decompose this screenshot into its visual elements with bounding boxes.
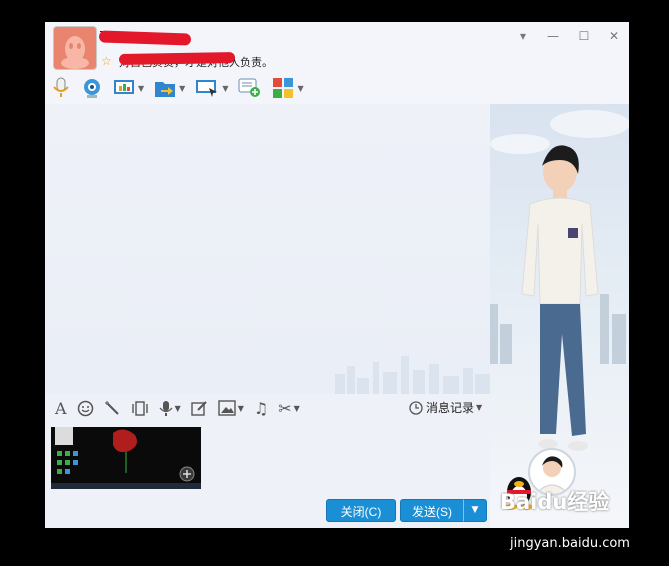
video-camera-icon	[84, 79, 100, 98]
pasted-screenshot-thumbnail[interactable]	[51, 427, 201, 489]
clock-icon	[409, 400, 423, 415]
history-label: 消息记录	[426, 401, 475, 415]
close-button[interactable]: 关闭(C)	[326, 499, 396, 522]
file-transfer-button[interactable]: ▼	[154, 75, 185, 101]
apps-icon	[273, 78, 294, 98]
scissors-icon: ✂	[278, 398, 292, 418]
message-history-area[interactable]	[45, 104, 490, 394]
microphone-icon	[159, 400, 173, 416]
screen-share-icon	[114, 80, 134, 94]
smiley-icon	[77, 400, 93, 416]
chevron-down-icon: ▼	[138, 83, 145, 93]
screen-share-button[interactable]: ▼	[113, 75, 144, 101]
image-icon	[218, 400, 236, 416]
maximize-icon[interactable]: ☐	[574, 28, 594, 44]
microphone-icon	[53, 77, 69, 97]
new-discussion-icon	[238, 78, 261, 97]
vibrate-icon	[131, 400, 148, 416]
desktop-screenshot-image	[51, 427, 201, 489]
send-image-button[interactable]: ▼	[218, 400, 244, 416]
chevron-down-icon: ▼	[237, 403, 244, 413]
watermark-url: jingyan.baidu.com	[510, 536, 630, 551]
signature-redaction	[118, 51, 236, 66]
magic-wand-icon	[104, 400, 119, 415]
edit-button[interactable]	[191, 400, 208, 417]
emoji-button[interactable]	[77, 400, 94, 417]
file-transfer-icon	[155, 82, 176, 97]
apps-button[interactable]: ▼	[272, 75, 304, 101]
menu-chevron-icon[interactable]: ▾	[513, 28, 533, 44]
chevron-down-icon: ▼	[293, 403, 300, 413]
chevron-down-icon: ▼	[297, 83, 304, 93]
chevron-down-icon: ▼	[174, 403, 181, 413]
font-icon: A	[55, 398, 67, 418]
send-button[interactable]: 发送(S)	[400, 499, 464, 522]
chevron-down-icon: ▼	[476, 403, 483, 412]
watermark-logo: Baidu经验	[500, 490, 610, 514]
minimize-icon[interactable]: —	[543, 28, 563, 44]
video-call-button[interactable]	[81, 75, 103, 101]
nudge-button[interactable]	[104, 400, 121, 417]
screen-vibrate-button[interactable]	[131, 400, 149, 417]
music-button[interactable]: ♫	[254, 399, 268, 418]
font-button[interactable]: A	[55, 399, 67, 418]
message-history-button[interactable]: 消息记录 ▼	[409, 399, 482, 416]
chevron-down-icon: ▼	[222, 83, 229, 93]
main-toolbar: ▼ ▼ ▼ ▼	[51, 74, 314, 102]
star-icon: ☆	[101, 54, 112, 68]
chevron-down-icon: ▼	[179, 83, 186, 93]
name-redaction	[98, 30, 192, 46]
new-discussion-button[interactable]	[238, 75, 262, 101]
city-skyline-background	[335, 356, 490, 394]
screenshot-button[interactable]: ✂ ▼	[278, 399, 300, 418]
close-icon[interactable]: ✕	[604, 28, 624, 44]
voice-message-button[interactable]: ▼	[159, 400, 181, 417]
contact-avatar[interactable]	[53, 26, 97, 70]
remote-desktop-icon	[196, 80, 218, 97]
edit-icon	[191, 400, 207, 416]
qq-penguin-icon	[61, 36, 89, 69]
message-input-area[interactable]	[45, 421, 490, 493]
send-options-chevron-icon[interactable]: ▼	[463, 499, 487, 522]
music-note-icon: ♫	[253, 398, 269, 418]
remote-desktop-button[interactable]: ▼	[195, 75, 228, 101]
voice-call-button[interactable]	[51, 75, 71, 101]
chat-header: T ☆ 对自己负责，才是对他人负责。 ▾ — ☐ ✕	[45, 22, 629, 104]
